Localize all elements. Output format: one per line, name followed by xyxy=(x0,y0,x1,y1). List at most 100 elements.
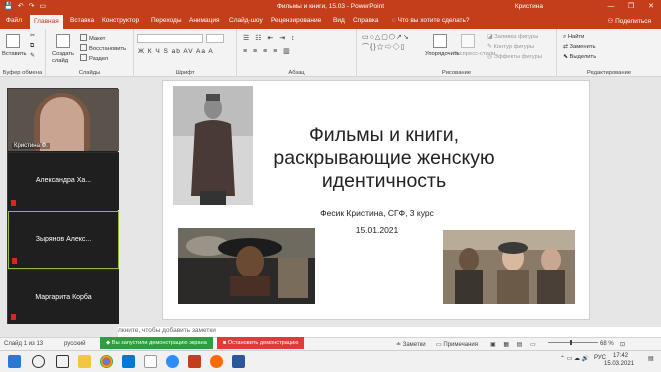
format-painter-icon[interactable]: ✎ xyxy=(30,53,35,59)
title-bar: 💾 ↶ ↷ ▭ Фильмы и книги, 15.03 - PowerPoi… xyxy=(0,0,661,13)
photo-girl-reading[interactable] xyxy=(178,228,315,304)
font-size-field[interactable] xyxy=(206,34,224,43)
window-title: Фильмы и книги, 15.03 - PowerPoint xyxy=(276,3,385,10)
notes-pane[interactable]: лкните, чтобы добавить заметки xyxy=(118,327,661,337)
share-button[interactable]: ⚇ Поделиться xyxy=(607,17,651,25)
participant-name: Кристина Ф. xyxy=(12,143,50,149)
section-button[interactable]: Раздел xyxy=(80,54,108,62)
new-slide-icon xyxy=(56,34,70,48)
share-label: Поделиться xyxy=(615,18,651,25)
replace-button[interactable]: ⇄ Заменить xyxy=(563,44,596,50)
yandex-icon[interactable] xyxy=(210,355,223,368)
find-button[interactable]: ⌕ Найти xyxy=(563,34,584,41)
slide-title[interactable]: Фильмы и книги, раскрывающие женскую иде… xyxy=(239,124,529,193)
participant-video-tile[interactable]: Кристина Ф. xyxy=(8,89,119,151)
tab-review[interactable]: Рецензирование xyxy=(271,17,321,24)
file-explorer-icon[interactable] xyxy=(78,355,91,368)
new-slide-button[interactable]: Создать слайд xyxy=(52,51,76,65)
shape-outline-label: Контур фигуры xyxy=(493,44,535,50)
group-label-paragraph: Абзац xyxy=(288,70,305,76)
list-buttons[interactable]: ☰ ☷ ⇤ ⇥ ↕ xyxy=(243,34,297,42)
tab-insert[interactable]: Вставка xyxy=(70,17,94,24)
person-icon: ⚇ xyxy=(607,18,616,25)
tell-me-search[interactable]: ◌ Что вы хотите сделать? xyxy=(392,17,470,24)
group-font: Ж К Ч S ab AV Aa A Шрифт xyxy=(134,29,237,77)
layout-label: Макет xyxy=(89,36,106,42)
shape-fill-button[interactable]: ◪ Заливка фигуры xyxy=(487,34,538,40)
select-button[interactable]: ⬉ Выделить xyxy=(563,54,596,60)
font-name-field[interactable] xyxy=(137,34,203,43)
paste-icon xyxy=(6,34,20,48)
participant-tile[interactable]: Александра Ха... xyxy=(8,152,119,210)
search-icon[interactable] xyxy=(32,355,45,368)
font-formatting-buttons[interactable]: Ж К Ч S ab AV Aa A xyxy=(138,48,214,55)
notifications-icon[interactable]: ▤ xyxy=(648,355,654,362)
muted-mic-icon xyxy=(11,200,16,206)
close-button[interactable]: ✕ xyxy=(641,0,661,13)
shape-effects-button[interactable]: ◎ Эффекты фигуры xyxy=(487,54,542,60)
comments-toggle[interactable]: ▭ Примечания xyxy=(436,341,478,348)
group-label-clipboard: Буфер обмена xyxy=(2,70,43,76)
align-buttons[interactable]: ≡ ≡ ≡ ≡ ▥ xyxy=(243,47,292,55)
group-clipboard: Вставить ✂ ⧉ ✎ Буфер обмена xyxy=(0,29,46,77)
minimize-button[interactable]: — xyxy=(601,0,621,13)
maximize-button[interactable]: ❐ xyxy=(621,0,641,13)
participant-tile[interactable]: Маргарита Корба xyxy=(8,269,119,324)
video-participants-panel: Кристина Ф. Александра Ха... Зырянов Але… xyxy=(7,88,119,324)
select-label: Выделить xyxy=(569,54,597,60)
clock-time[interactable]: 17:42 xyxy=(613,353,628,359)
find-label: Найти xyxy=(567,34,585,40)
powerpoint-icon[interactable] xyxy=(188,355,201,368)
chrome-icon[interactable] xyxy=(100,355,113,368)
stop-sharing-label: Остановить демонстрацию xyxy=(227,340,299,346)
tab-transitions[interactable]: Переходы xyxy=(151,17,182,24)
reset-label: Восстановить xyxy=(89,46,127,52)
shape-effects-label: Эффекты фигуры xyxy=(493,54,542,60)
tab-design[interactable]: Конструктор xyxy=(102,17,139,24)
zoom-slider-track[interactable] xyxy=(548,342,598,343)
tab-slideshow[interactable]: Слайд-шоу xyxy=(229,17,263,24)
notes-icon: ≐ xyxy=(396,342,403,348)
quick-styles-icon xyxy=(461,34,475,48)
tab-file[interactable]: Файл xyxy=(6,17,22,24)
stop-sharing-button[interactable]: ■ Остановить демонстрацию xyxy=(216,337,305,349)
shape-outline-button[interactable]: ✎ Контур фигуры xyxy=(487,44,534,50)
word-icon[interactable] xyxy=(232,355,245,368)
muted-mic-icon xyxy=(11,314,16,320)
slide-author[interactable]: Фесик Кристина, СГФ, 3 курс xyxy=(277,208,477,218)
tab-animations[interactable]: Анимация xyxy=(189,17,220,24)
store-icon[interactable] xyxy=(144,355,157,368)
zoom-slider-handle[interactable] xyxy=(570,340,572,345)
photo-women-group[interactable] xyxy=(443,230,575,304)
group-label-editing: Редактирование xyxy=(586,70,632,76)
cut-icon[interactable]: ✂ xyxy=(30,33,35,39)
group-label-font: Шрифт xyxy=(175,70,195,76)
tab-home[interactable]: Главная xyxy=(30,15,63,29)
paste-button[interactable]: Вставить xyxy=(2,51,27,57)
zoom-level[interactable]: 68 % xyxy=(600,341,614,347)
language-indicator[interactable]: русский xyxy=(64,341,86,347)
group-drawing: ▭○△▢⬡↗↘ ⌒{}☆⇨◇▯ Упорядочить Экспресс-стил… xyxy=(357,29,557,77)
muted-mic-icon xyxy=(12,258,17,264)
user-name[interactable]: Кристина xyxy=(515,3,543,10)
tab-view[interactable]: Вид xyxy=(333,17,345,24)
participant-tile-active[interactable]: Зырянов Алекс... xyxy=(8,211,119,269)
reset-icon xyxy=(80,44,87,51)
layout-button[interactable]: Макет xyxy=(80,34,105,42)
shape-fill-label: Заливка фигуры xyxy=(494,34,539,40)
zoom-app-icon[interactable] xyxy=(166,355,179,368)
view-buttons[interactable]: ▣ ▦ ▤ ▭ xyxy=(490,341,539,348)
fit-slide-icon[interactable]: ⊡ xyxy=(620,341,625,348)
tray-icons[interactable]: ⌃ ▭ ☁ 🔊 xyxy=(560,355,589,362)
tab-help[interactable]: Справка xyxy=(353,17,379,24)
task-view-icon[interactable] xyxy=(56,355,69,368)
windows-start-icon[interactable] xyxy=(8,355,21,368)
windows-taskbar: ⌃ ▭ ☁ 🔊 РУС 17:42 15.03.2021 ▤ xyxy=(0,350,661,372)
clock-date[interactable]: 15.03.2021 xyxy=(604,361,634,367)
copy-icon[interactable]: ⧉ xyxy=(30,43,34,50)
shapes-gallery[interactable]: ▭○△▢⬡↗↘ ⌒{}☆⇨◇▯ xyxy=(362,33,428,65)
reset-button[interactable]: Восстановить xyxy=(80,44,126,52)
mail-icon[interactable] xyxy=(122,355,135,368)
screen-share-bar: ◆ Вы запустили демонстрацию экрана ■ Ост… xyxy=(100,337,305,349)
notes-toggle[interactable]: ≐ Заметки xyxy=(396,341,426,348)
